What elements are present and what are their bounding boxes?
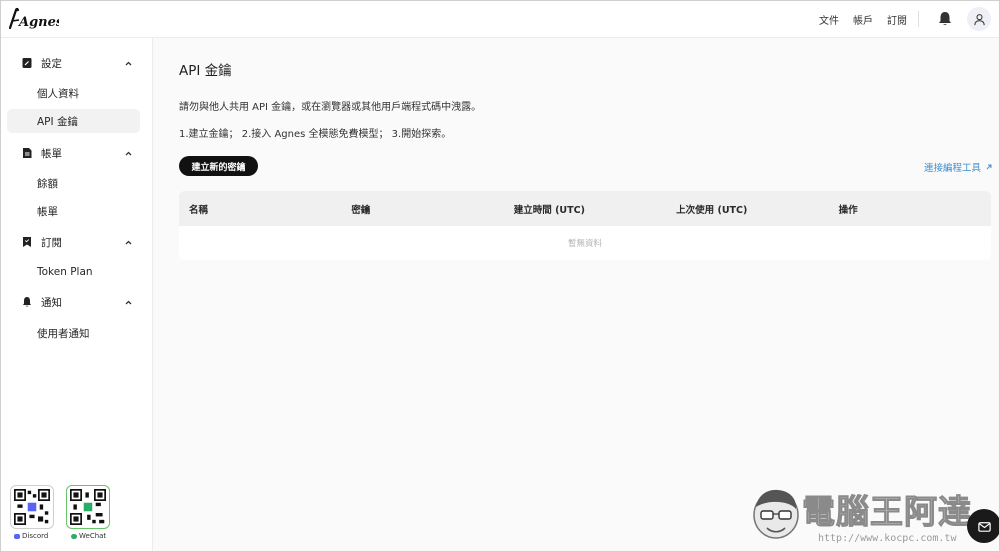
column-header-name: 名稱	[189, 204, 209, 216]
bell-icon	[21, 296, 33, 308]
sidebar-group-notifications[interactable]: 通知	[21, 292, 133, 312]
create-key-button[interactable]: 建立新的密鑰	[179, 156, 258, 176]
page-title: API 金鑰	[179, 63, 232, 79]
header-nav: 文件 帳戶 訂閱	[819, 12, 907, 27]
chevron-up-icon	[124, 59, 133, 68]
page-description: 請勿與他人共用 API 金鑰，或在瀏覽器或其他用戶端程式碼中洩露。	[179, 102, 482, 113]
connect-coding-tools-link[interactable]: 連接編程工具	[924, 160, 993, 174]
connect-link-label: 連接編程工具	[923, 163, 981, 174]
user-avatar-button[interactable]	[967, 7, 991, 31]
api-keys-table: 名稱 密鑰 建立時間 (UTC) 上次使用 (UTC) 操作 暫無資料	[179, 191, 991, 260]
discord-icon	[14, 533, 20, 539]
app-window: Agnes 文件 帳戶 訂閱 設定 個人資料 API 金鑰 帳單 餘額 帳單 訂…	[0, 0, 1000, 552]
wechat-qr-code[interactable]	[66, 485, 110, 529]
chevron-up-icon	[124, 238, 133, 247]
sidebar-item-api-keys[interactable]: API 金鑰	[7, 109, 140, 133]
sidebar-item-label: 個人資料	[37, 87, 79, 100]
sidebar-group-label: 通知	[41, 296, 62, 309]
sidebar-item-label: 使用者通知	[37, 327, 90, 340]
sidebar-item-profile[interactable]: 個人資料	[7, 81, 140, 105]
top-header: Agnes 文件 帳戶 訂閱	[1, 1, 999, 38]
qr-code-image	[70, 489, 106, 525]
column-header-key: 密鑰	[351, 204, 371, 216]
sidebar-group-label: 帳單	[41, 147, 62, 160]
sidebar-item-label: 餘額	[37, 177, 58, 190]
table-empty-state: 暫無資料	[179, 226, 991, 260]
discord-label: Discord	[14, 532, 48, 540]
wechat-icon	[71, 533, 77, 539]
sidebar-item-token-plan[interactable]: Token Plan	[7, 260, 140, 284]
nav-subscription[interactable]: 訂閱	[887, 12, 907, 27]
watermark-url: http://www.kocpc.com.tw	[818, 533, 957, 544]
bookmark-icon	[21, 236, 33, 248]
feedback-mail-button[interactable]	[967, 509, 999, 543]
edit-note-icon	[21, 57, 33, 69]
mascot-face-icon	[753, 489, 799, 539]
document-icon	[21, 147, 33, 159]
nav-account[interactable]: 帳戶	[853, 12, 873, 27]
watermark: 電腦王阿達 http://www.kocpc.com.tw	[746, 477, 996, 551]
setup-steps: 1.建立金鑰； 2.接入 Agnes 全模態免費模型； 3.開始探索。	[179, 129, 452, 140]
nav-docs[interactable]: 文件	[819, 12, 839, 27]
user-icon	[973, 13, 985, 25]
sidebar-item-label: Token Plan	[37, 266, 93, 278]
sidebar-item-balance[interactable]: 餘額	[7, 171, 140, 195]
sidebar-group-settings[interactable]: 設定	[21, 53, 133, 73]
sidebar-item-user-notifications[interactable]: 使用者通知	[7, 321, 140, 345]
bell-icon[interactable]	[936, 10, 954, 28]
logo-text: Agnes	[17, 15, 59, 30]
sidebar-group-label: 訂閱	[41, 236, 62, 249]
watermark-text: 電腦王阿達	[802, 492, 972, 532]
sidebar-group-billing[interactable]: 帳單	[21, 143, 133, 163]
qr-code-image	[14, 489, 50, 525]
sidebar-item-label: 帳單	[37, 205, 58, 218]
sidebar: 設定 個人資料 API 金鑰 帳單 餘額 帳單 訂閱 Token Plan 通知…	[1, 38, 153, 551]
header-divider	[918, 11, 919, 27]
table-header: 名稱 密鑰 建立時間 (UTC) 上次使用 (UTC) 操作	[179, 191, 991, 226]
chevron-up-icon	[124, 149, 133, 158]
agnes-logo[interactable]: Agnes	[7, 7, 64, 31]
mail-icon	[977, 521, 991, 532]
wechat-label: WeChat	[71, 532, 106, 540]
sidebar-item-label: API 金鑰	[37, 115, 78, 128]
chevron-up-icon	[124, 298, 133, 307]
sidebar-group-label: 設定	[41, 57, 62, 70]
external-arrow-icon	[986, 164, 992, 170]
sidebar-group-subscription[interactable]: 訂閱	[21, 232, 133, 252]
column-header-actions: 操作	[838, 204, 858, 216]
sidebar-item-invoices[interactable]: 帳單	[7, 199, 140, 223]
column-header-created: 建立時間 (UTC)	[513, 204, 585, 216]
discord-qr-code[interactable]	[10, 485, 54, 529]
column-header-last-used: 上次使用 (UTC)	[676, 204, 748, 216]
main-content: API 金鑰 請勿與他人共用 API 金鑰，或在瀏覽器或其他用戶端程式碼中洩露。…	[153, 38, 999, 551]
agnes-logo-mark: Agnes	[8, 7, 64, 30]
